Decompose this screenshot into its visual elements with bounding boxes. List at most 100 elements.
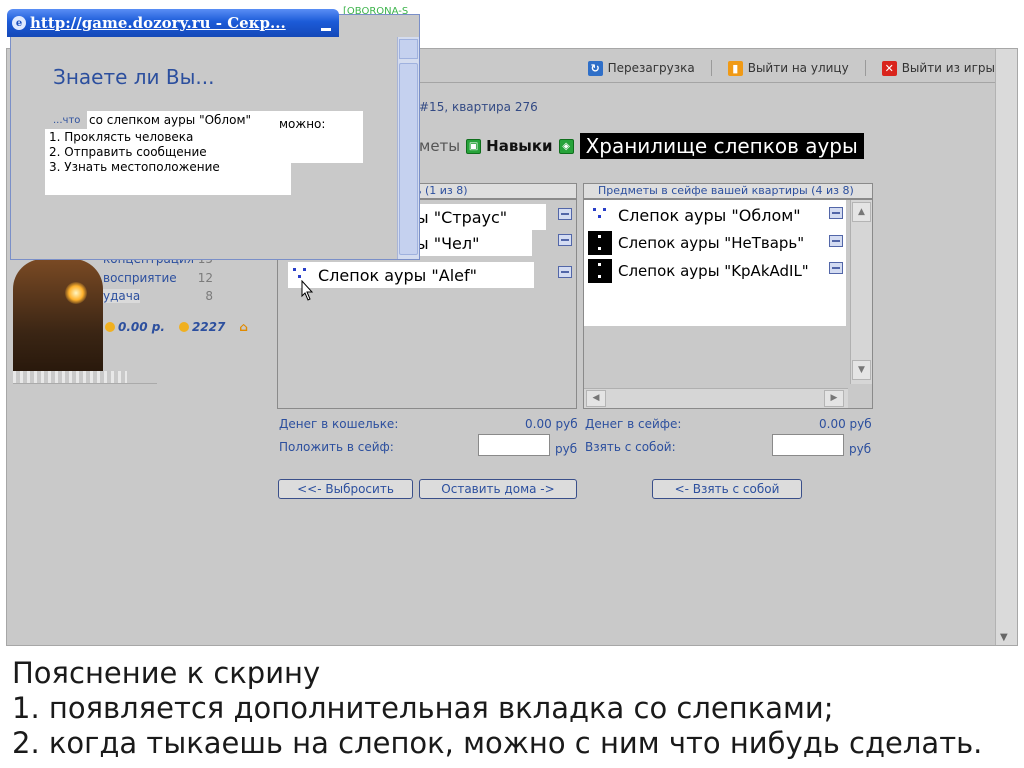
list-item[interactable]: ы "Чел"	[416, 230, 532, 256]
aura-thumbnail	[588, 231, 612, 255]
divider	[13, 383, 157, 384]
item-action-button[interactable]	[558, 234, 572, 246]
browser-icon: e	[12, 16, 26, 30]
popup-scrollbar[interactable]	[397, 37, 419, 259]
exit-label: Выйти из игры	[901, 61, 995, 75]
take-with-input[interactable]	[772, 434, 844, 456]
tab-skills-label: Навыки	[486, 137, 553, 155]
list-item[interactable]: ы "Страус"	[416, 204, 546, 230]
safe-panel-header: Предметы в сейфе вашей квартиры (4 из 8)	[583, 183, 873, 199]
item-action-button[interactable]	[558, 208, 572, 220]
take-with-label: Взять с собой:	[585, 440, 676, 454]
storage-icon: ◈	[558, 138, 574, 154]
explanation-line: 2. когда тыкаешь на слепок, можно с ним …	[12, 726, 983, 760]
popup-titlebar[interactable]: e http://game.dozory.ru - Секр...	[7, 9, 339, 37]
list-item: 1. Проклясть человека	[49, 130, 194, 144]
take-with-unit: руб	[849, 442, 872, 456]
wallet-label: Денег в кошельке:	[279, 417, 399, 431]
minimize-icon[interactable]	[321, 27, 331, 31]
reload-button[interactable]: ↻ Перезагрузка	[582, 60, 701, 76]
list-item[interactable]: Слепок ауры "KpAkAdIL"	[588, 258, 826, 284]
stat-value: 12	[197, 271, 213, 285]
tab-skills[interactable]: ▣ Навыки	[466, 137, 553, 155]
item-action-button[interactable]	[829, 235, 843, 247]
scroll-up-icon[interactable]: ▲	[852, 202, 871, 222]
question-prefix: ...что	[53, 115, 81, 126]
medal-icon	[178, 322, 189, 332]
exit-button[interactable]: ✕ Выйти из игры	[876, 60, 1001, 76]
reload-label: Перезагрузка	[607, 61, 695, 75]
explanation-line: 1. появляется дополнительная вкладка со …	[12, 691, 834, 725]
safe-money-value: 0.00 руб	[819, 417, 872, 431]
money-rubles-value: 0.00 р.	[118, 320, 165, 334]
put-in-safe-unit: руб	[555, 442, 578, 456]
toolbar-divider	[710, 60, 712, 76]
money-bar: 0.00 р. 2227 ⌂	[105, 320, 248, 334]
item-action-button[interactable]	[558, 266, 572, 278]
character-avatar	[13, 259, 103, 383]
aura-thumbnail	[588, 203, 612, 227]
stat-name: удача	[103, 289, 141, 303]
question-text: со слепком ауры "Облом"	[87, 111, 275, 131]
money-points-value: 2227	[191, 320, 226, 334]
put-in-safe-input[interactable]	[478, 434, 550, 456]
money-rubles: 0.00 р.	[105, 320, 165, 334]
safe-list-area: Слепок ауры "Облом" Слепок ауры "НеТварь…	[584, 200, 846, 326]
item-label: ы "Страус"	[416, 207, 508, 227]
street-button[interactable]: ▮ Выйти на улицу	[722, 60, 855, 76]
close-icon: ✕	[881, 60, 897, 76]
scroll-down-icon[interactable]: ▼	[852, 360, 871, 380]
item-action-button[interactable]	[829, 262, 843, 274]
aura-thumbnail	[588, 259, 612, 283]
top-toolbar: ↻ Перезагрузка ▮ Выйти на улицу ✕ Выйти …	[419, 57, 1001, 79]
scroll-left-icon[interactable]: ◀	[586, 390, 606, 407]
popup-options-list: 1. Проклясть человека 2. Отправить сообщ…	[45, 129, 291, 195]
vertical-scrollbar[interactable]: ▲ ▼	[850, 200, 872, 384]
item-label: Слепок ауры "Alef"	[318, 265, 477, 285]
stat-perception: восприятие 12	[103, 271, 213, 285]
item-label: Слепок ауры "Облом"	[618, 205, 801, 225]
location-text: #15, квартира 276	[419, 100, 538, 114]
wallet-value: 0.00 руб	[525, 417, 578, 431]
reload-icon: ↻	[587, 60, 603, 76]
take-with-button[interactable]: <- Взять с собой	[652, 479, 802, 499]
list-item[interactable]: Слепок ауры "Облом"	[588, 202, 826, 228]
money-points: 2227	[178, 320, 226, 334]
item-label: Слепок ауры "НеТварь"	[618, 234, 805, 252]
scroll-down-icon[interactable]: ▼	[1000, 632, 1008, 643]
fence-decoration	[13, 371, 127, 383]
list-item[interactable]: Слепок ауры "НеТварь"	[588, 230, 826, 256]
safe-panel: Предметы в сейфе вашей квартиры (4 из 8)…	[583, 183, 873, 409]
tip-popup-window: e http://game.dozory.ru - Секр... Знаете…	[7, 9, 420, 260]
explanation-title: Пояснение к скрину	[12, 656, 321, 690]
skills-icon: ▣	[466, 138, 482, 154]
item-action-button[interactable]	[829, 207, 843, 219]
tab-bar: меты ▣ Навыки ◈ Хранилище слепков ауры	[419, 133, 864, 159]
home-icon[interactable]: ⌂	[239, 320, 248, 334]
street-label: Выйти на улицу	[747, 61, 849, 75]
coin-icon	[105, 322, 115, 332]
item-label: Слепок ауры "KpAkAdIL"	[618, 262, 809, 280]
scroll-up-icon[interactable]	[399, 39, 418, 59]
tab-items[interactable]: меты	[419, 137, 460, 155]
scroll-right-icon[interactable]: ▶	[824, 390, 844, 407]
page-scrollbar[interactable]: ▼	[995, 49, 1017, 645]
throw-away-button[interactable]: <<- Выбросить	[278, 479, 413, 499]
list-item[interactable]: Слепок ауры "Alef"	[288, 262, 534, 288]
door-icon: ▮	[727, 60, 743, 76]
stat-value: 8	[205, 289, 213, 303]
tab-aura-storage[interactable]: Хранилище слепков ауры	[579, 133, 864, 159]
scroll-thumb[interactable]	[399, 63, 418, 255]
toolbar-divider	[864, 60, 866, 76]
character-glow	[65, 282, 87, 304]
cursor-icon	[301, 280, 314, 301]
leave-home-button[interactable]: Оставить дома ->	[419, 479, 577, 499]
list-item: 2. Отправить сообщение	[49, 145, 207, 159]
list-item: 3. Узнать местоположение	[49, 160, 220, 174]
safe-money-label: Денег в сейфе:	[585, 417, 682, 431]
put-in-safe-label: Положить в сейф:	[279, 440, 394, 454]
popup-title: http://game.dozory.ru - Секр...	[30, 14, 286, 32]
horizontal-scrollbar[interactable]: ◀ ▶	[584, 388, 848, 408]
popup-heading: Знаете ли Вы...	[53, 65, 215, 89]
stat-luck: удача 8	[103, 289, 213, 303]
